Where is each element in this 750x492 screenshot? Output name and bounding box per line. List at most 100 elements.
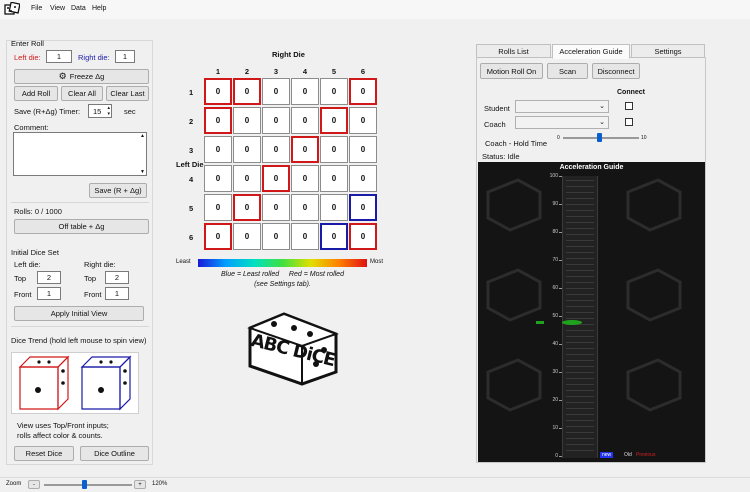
grid-cell[interactable]: 0 xyxy=(349,165,377,192)
grid-cell[interactable]: 0 xyxy=(262,136,290,163)
comment-textarea[interactable]: ▲ ▼ xyxy=(13,132,147,176)
grid-cell[interactable]: 0 xyxy=(349,107,377,134)
reset-dice-button[interactable]: Reset Dice xyxy=(14,446,74,461)
grid-cell[interactable]: 0 xyxy=(233,194,261,221)
right-die-input[interactable]: 1 xyxy=(115,50,135,63)
right-front-input[interactable]: 1 xyxy=(105,287,129,300)
grid-cell[interactable]: 0 xyxy=(233,165,261,192)
grid-cell[interactable]: 0 xyxy=(233,223,261,250)
zoom-slider-thumb[interactable] xyxy=(81,480,87,489)
dice-trend-view[interactable] xyxy=(11,352,139,414)
guide-track-line xyxy=(566,288,594,289)
grid-cell[interactable]: 0 xyxy=(349,223,377,250)
grid-cell[interactable]: 0 xyxy=(204,107,232,134)
chevron-down-icon: ⌄ xyxy=(599,103,605,110)
grid-cell[interactable]: 0 xyxy=(262,165,290,192)
dice-trend-drawing xyxy=(18,355,132,411)
grid-cell[interactable]: 0 xyxy=(262,107,290,134)
guide-track-line xyxy=(566,270,594,271)
save-timer-value: 15 xyxy=(93,106,102,116)
legend-new: new xyxy=(600,452,614,458)
hold-time-slider-thumb[interactable] xyxy=(597,133,603,142)
zoom-slider[interactable] xyxy=(44,480,132,489)
save-timer-input[interactable]: 15 ▴ ▾ xyxy=(88,104,112,118)
grid-cell[interactable]: 0 xyxy=(349,78,377,105)
tab-settings[interactable]: Settings xyxy=(631,44,705,58)
motion-roll-button[interactable]: Motion Roll On xyxy=(480,63,543,79)
freeze-button[interactable]: ⚙ Freeze Δg xyxy=(14,69,149,84)
grid-cell[interactable]: 0 xyxy=(320,194,348,221)
app-dice-icon[interactable] xyxy=(4,2,20,17)
guide-track-line xyxy=(566,228,594,229)
left-die-input[interactable]: 1 xyxy=(46,50,72,63)
right-top-input[interactable]: 2 xyxy=(105,271,129,284)
guide-track-line xyxy=(566,198,594,199)
tab-rolls-list[interactable]: Rolls List xyxy=(476,44,551,58)
grid-cell[interactable]: 0 xyxy=(204,136,232,163)
guide-track-line xyxy=(566,354,594,355)
menu-file[interactable]: File xyxy=(31,5,42,12)
left-front-input[interactable]: 1 xyxy=(37,287,61,300)
menu-data[interactable]: Data xyxy=(71,5,86,12)
grid-cell[interactable]: 0 xyxy=(291,194,319,221)
grid-cell[interactable]: 0 xyxy=(262,223,290,250)
scroll-up-icon[interactable]: ▲ xyxy=(140,133,145,139)
clear-all-button[interactable]: Clear All xyxy=(61,86,103,101)
menu-help[interactable]: Help xyxy=(92,5,106,12)
legend-old: Old xyxy=(624,452,632,458)
guide-track-line xyxy=(566,396,594,397)
grid-cell[interactable]: 0 xyxy=(291,165,319,192)
scan-button[interactable]: Scan xyxy=(547,63,588,79)
spinner-arrows-icon[interactable]: ▴ ▾ xyxy=(107,105,110,117)
zoom-in-button[interactable]: + xyxy=(134,480,146,489)
tab-acceleration-guide[interactable]: Acceleration Guide xyxy=(552,44,630,59)
coach-hold-time-label: Coach - Hold Time xyxy=(485,139,548,148)
grid-cell[interactable]: 0 xyxy=(233,78,261,105)
grid-cell[interactable]: 0 xyxy=(291,136,319,163)
grid-cell[interactable]: 0 xyxy=(320,78,348,105)
guide-tick-label: 50 xyxy=(552,313,558,319)
grid-cell[interactable]: 0 xyxy=(291,223,319,250)
grid-cell[interactable]: 0 xyxy=(204,78,232,105)
grid-cell[interactable]: 0 xyxy=(204,223,232,250)
student-connect-checkbox[interactable] xyxy=(625,102,633,110)
scroll-down-icon[interactable]: ▼ xyxy=(140,169,145,175)
zoom-out-button[interactable]: - xyxy=(28,480,40,489)
menu-view[interactable]: View xyxy=(50,5,65,12)
grid-cell[interactable]: 0 xyxy=(320,165,348,192)
clear-last-button[interactable]: Clear Last xyxy=(106,86,149,101)
grid-cell[interactable]: 0 xyxy=(349,136,377,163)
disconnect-button[interactable]: Disconnect xyxy=(592,63,640,79)
guide-track-line xyxy=(566,234,594,235)
guide-tick-label: 30 xyxy=(552,369,558,375)
off-table-button[interactable]: Off table + Δg xyxy=(14,219,149,234)
init-left-label: Left die: xyxy=(14,260,41,269)
grid-cell[interactable]: 0 xyxy=(349,194,377,221)
grid-cell[interactable]: 0 xyxy=(233,107,261,134)
add-roll-button[interactable]: Add Roll xyxy=(14,86,58,101)
guide-tick-label: 40 xyxy=(552,341,558,347)
grid-cell[interactable]: 0 xyxy=(291,78,319,105)
coach-select[interactable]: ⌄ xyxy=(515,116,609,129)
grid-cell[interactable]: 0 xyxy=(204,194,232,221)
coach-connect-checkbox[interactable] xyxy=(625,118,633,126)
grid-cell[interactable]: 0 xyxy=(262,78,290,105)
save-button[interactable]: Save (R + Δg) xyxy=(89,183,147,198)
guide-track-line xyxy=(566,216,594,217)
hold-time-slider[interactable] xyxy=(563,133,639,142)
apply-initial-view-button[interactable]: Apply Initial View xyxy=(14,306,144,321)
row-header: 5 xyxy=(189,204,194,213)
grid-cell[interactable]: 0 xyxy=(262,194,290,221)
grid-cell[interactable]: 0 xyxy=(233,136,261,163)
grid-cell[interactable]: 0 xyxy=(291,107,319,134)
grid-cell[interactable]: 0 xyxy=(320,136,348,163)
grid-cell[interactable]: 0 xyxy=(204,165,232,192)
guide-track-line xyxy=(566,330,594,331)
guide-track-line xyxy=(566,390,594,391)
grid-cell[interactable]: 0 xyxy=(320,107,348,134)
dice-outline-button[interactable]: Dice Outline xyxy=(80,446,149,461)
grid-cell[interactable]: 0 xyxy=(320,223,348,250)
student-select[interactable]: ⌄ xyxy=(515,100,609,113)
left-top-input[interactable]: 2 xyxy=(37,271,61,284)
guide-track-line xyxy=(566,360,594,361)
